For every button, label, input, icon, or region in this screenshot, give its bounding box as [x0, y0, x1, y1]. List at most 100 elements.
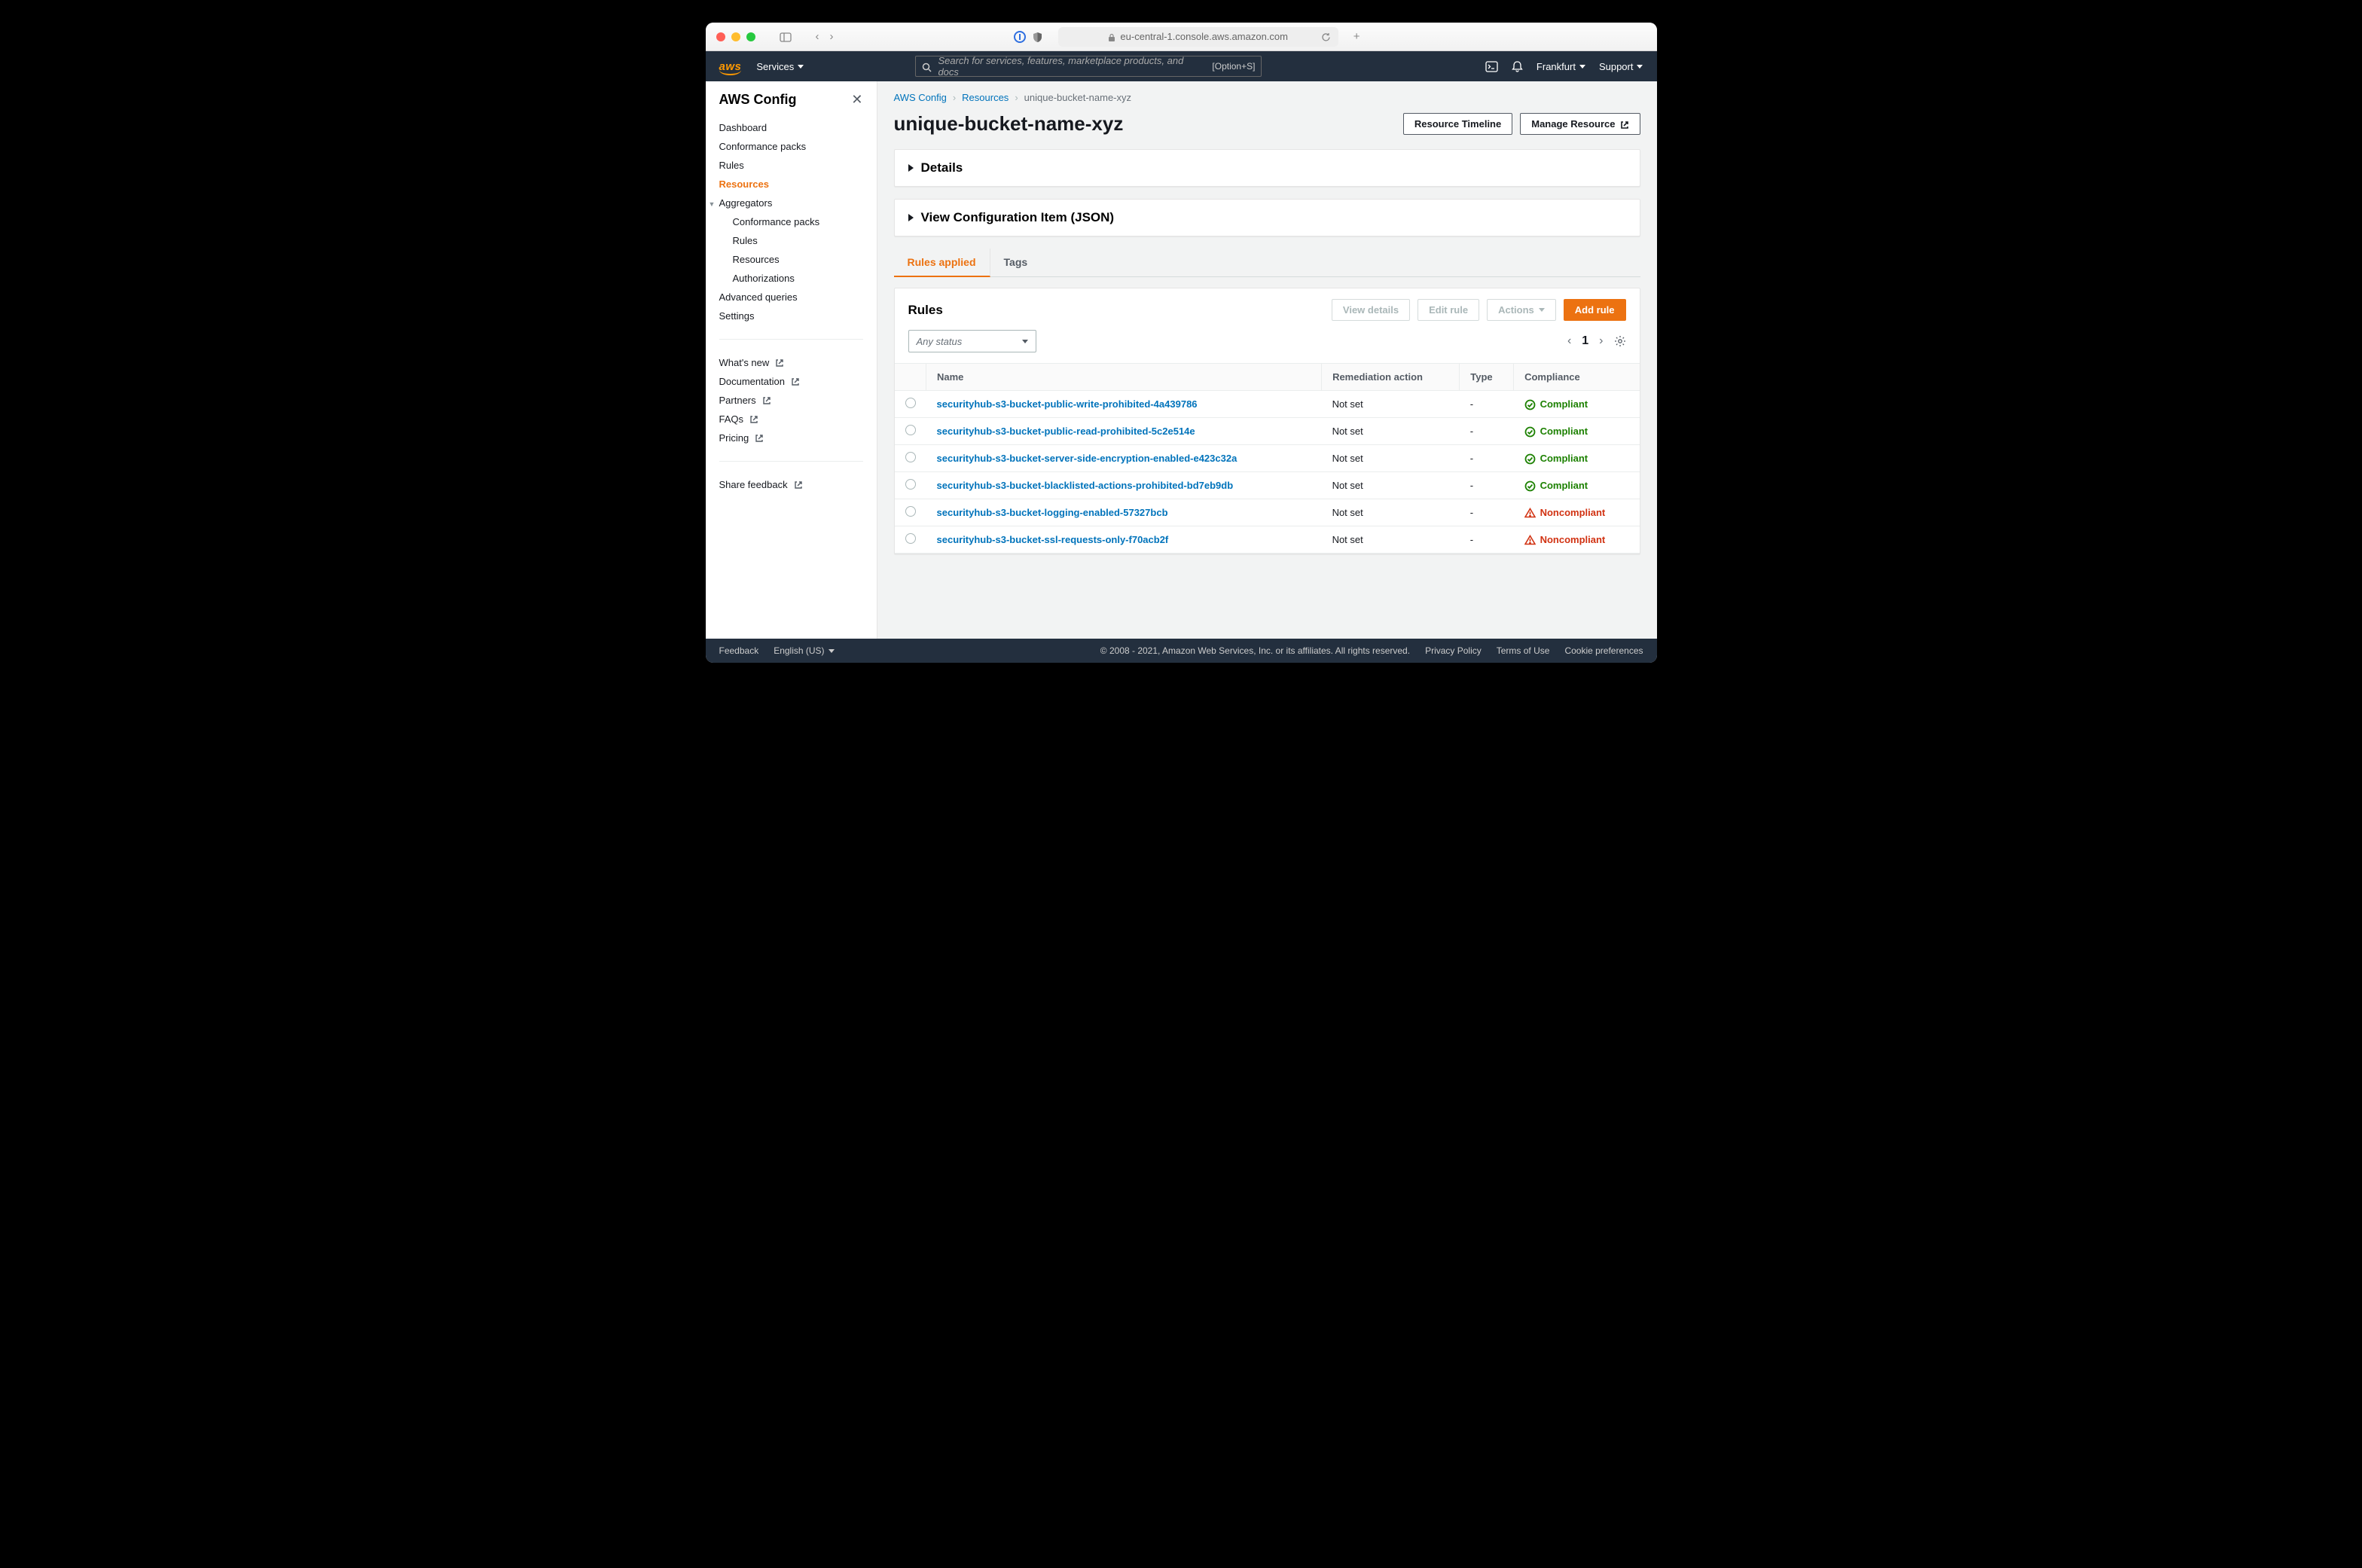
shield-icon[interactable]	[1032, 30, 1043, 43]
warning-icon	[1524, 507, 1536, 519]
support-menu[interactable]: Support	[1599, 61, 1643, 72]
resource-timeline-button[interactable]: Resource Timeline	[1403, 113, 1512, 135]
table-row: securityhub-s3-bucket-ssl-requests-only-…	[895, 526, 1640, 554]
actions-button[interactable]: Actions	[1487, 299, 1556, 321]
sidebar-ext-link[interactable]: What's new	[706, 353, 877, 372]
services-menu[interactable]: Services	[756, 61, 804, 72]
status-filter[interactable]: Any status	[908, 330, 1036, 352]
sidebar-ext-link[interactable]: Documentation	[706, 372, 877, 391]
sidebar-item[interactable]: Rules	[706, 156, 877, 175]
rule-name-link[interactable]: securityhub-s3-bucket-ssl-requests-only-…	[937, 534, 1169, 545]
expand-icon	[908, 214, 914, 221]
row-radio[interactable]	[905, 479, 916, 490]
sidebar-item[interactable]: ▼Aggregators	[706, 194, 877, 212]
sidebar-item[interactable]: Conformance packs	[706, 212, 877, 231]
breadcrumb-item[interactable]: Resources	[962, 92, 1009, 103]
chevron-right-icon: ›	[1015, 92, 1018, 103]
external-link-icon	[791, 377, 800, 387]
tab-rules-applied[interactable]: Rules applied	[894, 249, 990, 277]
sidebar-ext-link[interactable]: FAQs	[706, 410, 877, 429]
external-link-icon	[775, 358, 784, 368]
table-row: securityhub-s3-bucket-blacklisted-action…	[895, 472, 1640, 499]
add-rule-button[interactable]: Add rule	[1564, 299, 1626, 321]
json-panel[interactable]: View Configuration Item (JSON)	[894, 199, 1640, 236]
chevron-down-icon: ▼	[709, 200, 716, 208]
table-row: securityhub-s3-bucket-public-write-prohi…	[895, 391, 1640, 418]
close-sidebar-icon[interactable]: ✕	[851, 92, 862, 108]
notifications-icon[interactable]	[1512, 60, 1523, 72]
global-search[interactable]: Search for services, features, marketpla…	[915, 56, 1262, 77]
row-radio[interactable]	[905, 506, 916, 517]
chevron-down-icon	[1539, 308, 1545, 312]
sidebar-item[interactable]: Authorizations	[706, 269, 877, 288]
rule-name-link[interactable]: securityhub-s3-bucket-server-side-encryp…	[937, 453, 1237, 464]
sidebar-item[interactable]: Rules	[706, 231, 877, 250]
settings-gear-icon[interactable]	[1614, 334, 1626, 348]
sidebar-ext-link[interactable]: Partners	[706, 391, 877, 410]
maximize-window-icon[interactable]	[746, 32, 755, 41]
aws-logo[interactable]: aws	[719, 60, 742, 73]
address-bar[interactable]: eu-central-1.console.aws.amazon.com	[1058, 27, 1338, 47]
external-link-icon	[1620, 118, 1629, 130]
compliance-badge: Compliant	[1524, 452, 1588, 464]
chevron-right-icon: ›	[953, 92, 956, 103]
region-selector[interactable]: Frankfurt	[1537, 61, 1585, 72]
new-tab-icon[interactable]: +	[1353, 30, 1360, 43]
cloudshell-icon[interactable]	[1485, 61, 1498, 72]
extension-1-icon[interactable]	[1014, 30, 1026, 43]
breadcrumb-item: unique-bucket-name-xyz	[1024, 92, 1131, 103]
lock-icon	[1108, 31, 1115, 42]
manage-resource-button[interactable]: Manage Resource	[1520, 113, 1640, 135]
row-radio[interactable]	[905, 425, 916, 435]
compliance-badge: Noncompliant	[1524, 507, 1606, 519]
sidebar-item[interactable]: Dashboard	[706, 118, 877, 137]
close-window-icon[interactable]	[716, 32, 725, 41]
details-panel[interactable]: Details	[894, 149, 1640, 187]
breadcrumb-item[interactable]: AWS Config	[894, 92, 947, 103]
language-selector[interactable]: English (US)	[774, 645, 834, 656]
tabs: Rules applied Tags	[894, 249, 1640, 277]
minimize-window-icon[interactable]	[731, 32, 740, 41]
rule-name-link[interactable]: securityhub-s3-bucket-public-read-prohib…	[937, 426, 1195, 437]
edit-rule-button[interactable]: Edit rule	[1418, 299, 1479, 321]
search-hint: [Option+S]	[1212, 61, 1255, 72]
rule-name-link[interactable]: securityhub-s3-bucket-logging-enabled-57…	[937, 507, 1168, 518]
rule-name-link[interactable]: securityhub-s3-bucket-blacklisted-action…	[937, 480, 1234, 491]
prev-page-icon[interactable]: ‹	[1567, 334, 1571, 348]
view-details-button[interactable]: View details	[1332, 299, 1410, 321]
table-row: securityhub-s3-bucket-logging-enabled-57…	[895, 499, 1640, 526]
compliance-badge: Compliant	[1524, 425, 1588, 437]
footer-feedback[interactable]: Feedback	[719, 645, 759, 656]
footer-privacy[interactable]: Privacy Policy	[1425, 645, 1482, 656]
sidebar-share-feedback[interactable]: Share feedback	[706, 475, 877, 494]
external-link-icon	[762, 395, 771, 406]
footer-cookies[interactable]: Cookie preferences	[1564, 645, 1643, 656]
type-cell: -	[1460, 499, 1514, 526]
row-radio[interactable]	[905, 533, 916, 544]
page-number: 1	[1582, 334, 1588, 348]
url-text: eu-central-1.console.aws.amazon.com	[1120, 31, 1288, 42]
rule-name-link[interactable]: securityhub-s3-bucket-public-write-prohi…	[937, 398, 1198, 410]
remediation-cell: Not set	[1322, 391, 1460, 418]
sidebar-item[interactable]: Resources	[706, 175, 877, 194]
next-page-icon[interactable]: ›	[1599, 334, 1603, 348]
back-icon[interactable]: ‹	[816, 30, 819, 43]
row-radio[interactable]	[905, 452, 916, 462]
search-placeholder: Search for services, features, marketpla…	[938, 55, 1206, 78]
search-icon	[922, 60, 932, 72]
sidebar-item[interactable]: Conformance packs	[706, 137, 877, 156]
tab-tags[interactable]: Tags	[990, 249, 1042, 276]
page-title: unique-bucket-name-xyz	[894, 112, 1124, 136]
reload-icon[interactable]	[1321, 31, 1331, 42]
sidebar-item[interactable]: Advanced queries	[706, 288, 877, 307]
chevron-down-icon	[1637, 65, 1643, 69]
footer-terms[interactable]: Terms of Use	[1497, 645, 1550, 656]
sidebar-title: AWS Config	[719, 92, 797, 108]
sidebar-item[interactable]: Settings	[706, 307, 877, 325]
sidebar-ext-link[interactable]: Pricing	[706, 429, 877, 447]
sidebar-item[interactable]: Resources	[706, 250, 877, 269]
forward-icon[interactable]: ›	[830, 30, 834, 43]
row-radio[interactable]	[905, 398, 916, 408]
sidebar-toggle-icon[interactable]	[780, 30, 792, 43]
check-circle-icon	[1524, 425, 1536, 437]
